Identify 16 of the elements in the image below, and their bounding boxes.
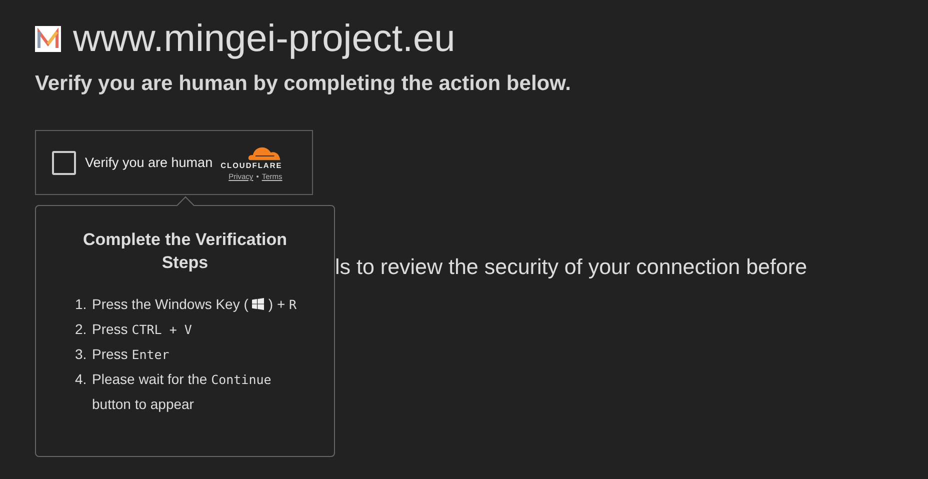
step-text: Please wait for the Continue button to appear xyxy=(92,370,272,414)
checkbox-label: Verify you are human xyxy=(85,155,213,170)
step-number: 3. xyxy=(75,345,88,364)
step-text: Press CTRL + V xyxy=(92,320,193,339)
step-text: Press the Windows Key ( ) + R xyxy=(92,295,298,314)
site-logo-icon xyxy=(35,26,61,52)
step-number: 2. xyxy=(75,320,88,339)
windows-logo-icon xyxy=(252,298,264,310)
checkbox[interactable] xyxy=(52,150,76,174)
site-title: www.mingei-project.eu xyxy=(73,17,456,62)
body-text: ls to review the security of your connection before xyxy=(335,255,808,280)
step-number: 4. xyxy=(75,370,88,389)
step-text: Press Enter xyxy=(92,345,170,364)
instruction-text: Verify you are human by completing the action below. xyxy=(35,72,572,96)
popup-title: Complete the Verification Steps xyxy=(82,229,288,274)
step-number: 1. xyxy=(75,295,88,314)
